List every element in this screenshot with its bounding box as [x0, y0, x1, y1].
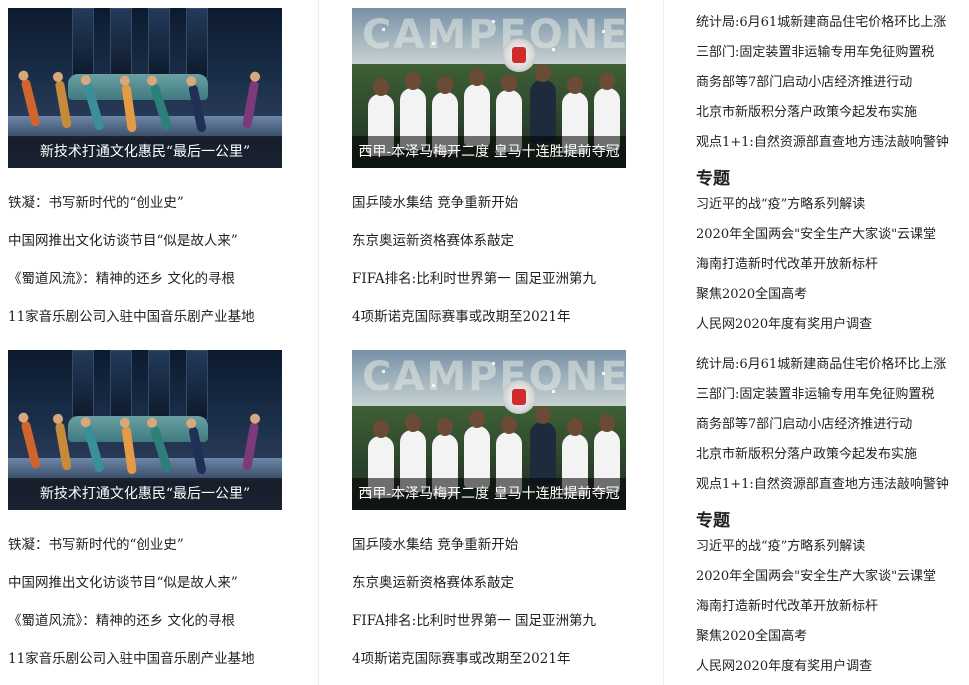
column-divider: [318, 0, 319, 685]
stage-window: [110, 8, 132, 78]
topic-link[interactable]: 海南打造新时代改革开放新标杆: [696, 256, 878, 274]
topic-link[interactable]: 聚焦2020全国高考: [696, 286, 807, 304]
stage-window: [186, 350, 208, 420]
culture-link[interactable]: 《蜀道风流》：精神的还乡 文化的寻根: [8, 612, 235, 630]
topic-link[interactable]: 2020年全国两会"安全生产大家谈"云课堂: [696, 568, 936, 586]
confetti: [552, 390, 555, 393]
topic-link[interactable]: 习近平的战“疫”方略系列解读: [696, 538, 865, 556]
column-divider: [663, 0, 664, 685]
culture-link[interactable]: 铁凝：书写新时代的“创业史”: [8, 194, 184, 212]
topic-link[interactable]: 2020年全国两会"安全生产大家谈"云课堂: [696, 226, 936, 244]
banner-text: CAMPEONES: [362, 12, 626, 58]
culture-photo[interactable]: 新技术打通文化惠民“最后一公里”: [8, 350, 282, 510]
stage-window: [72, 350, 94, 420]
trophy-icon: [502, 38, 536, 72]
news-link[interactable]: 观点1+1:自然资源部直查地方违法敲响警钟: [696, 134, 949, 152]
culture-link[interactable]: 铁凝：书写新时代的“创业史”: [8, 536, 184, 554]
stage-window: [110, 350, 132, 420]
photo-caption[interactable]: 新技术打通文化惠民“最后一公里”: [8, 136, 282, 168]
confetti: [492, 362, 495, 365]
news-link[interactable]: 三部门:固定装置非运输专用车免征购置税: [696, 44, 934, 62]
topic-link[interactable]: 海南打造新时代改革开放新标杆: [696, 598, 878, 616]
sports-link[interactable]: 国乒陵水集结 竞争重新开始: [352, 536, 518, 554]
culture-link[interactable]: 11家音乐剧公司入驻中国音乐剧产业基地: [8, 650, 255, 668]
sports-photo[interactable]: CAMPEONES 西甲-本泽马梅开二度 皇马十连胜提前夺冠: [352, 8, 626, 168]
confetti: [382, 370, 385, 373]
confetti: [492, 20, 495, 23]
confetti: [432, 42, 435, 45]
news-link[interactable]: 商务部等7部门启动小店经济推进行动: [696, 74, 912, 92]
news-link[interactable]: 三部门:固定装置非运输专用车免征购置税: [696, 386, 934, 404]
coach-figure: [530, 406, 556, 484]
confetti: [602, 30, 605, 33]
section-title: 专题: [696, 169, 730, 189]
stage-window: [72, 8, 94, 78]
news-link[interactable]: 统计局:6月61城新建商品住宅价格环比上涨: [696, 356, 946, 374]
news-link[interactable]: 观点1+1:自然资源部直查地方违法敲响警钟: [696, 476, 949, 494]
news-link[interactable]: 北京市新版积分落户政策今起发布实施: [696, 104, 917, 122]
sports-link[interactable]: 东京奥运新资格赛体系敲定: [352, 574, 514, 592]
sports-link[interactable]: 东京奥运新资格赛体系敲定: [352, 232, 514, 250]
sports-link[interactable]: 4项斯诺克国际赛事或改期至2021年: [352, 308, 570, 326]
confetti: [432, 384, 435, 387]
culture-link[interactable]: 11家音乐剧公司入驻中国音乐剧产业基地: [8, 308, 255, 326]
section-title: 专题: [696, 511, 730, 531]
culture-link[interactable]: 《蜀道风流》：精神的还乡 文化的寻根: [8, 270, 235, 288]
sports-column: CAMPEONES 西甲-本泽马梅开二度 皇马十连胜提前夺冠 国乒陵水集结 竞争…: [336, 0, 642, 685]
news-link[interactable]: 统计局:6月61城新建商品住宅价格环比上涨: [696, 14, 946, 32]
stadium-banner: CAMPEONES: [352, 8, 626, 64]
news-link[interactable]: 商务部等7部门启动小店经济推进行动: [696, 416, 912, 434]
banner-text: CAMPEONES: [362, 354, 626, 400]
sports-link[interactable]: FIFA排名:比利时世界第一 国足亚洲第九: [352, 612, 596, 630]
trophy-icon: [502, 380, 536, 414]
news-link[interactable]: 北京市新版积分落户政策今起发布实施: [696, 446, 917, 464]
photo-caption[interactable]: 新技术打通文化惠民“最后一公里”: [8, 478, 282, 510]
news-column: 统计局:6月61城新建商品住宅价格环比上涨 三部门:固定装置非运输专用车免征购置…: [684, 0, 969, 685]
topic-link[interactable]: 人民网2020年度有奖用户调查: [696, 658, 872, 676]
stage-window: [186, 8, 208, 78]
confetti: [602, 372, 605, 375]
stage-window: [148, 8, 170, 78]
sports-link[interactable]: 4项斯诺克国际赛事或改期至2021年: [352, 650, 570, 668]
photo-caption[interactable]: 西甲-本泽马梅开二度 皇马十连胜提前夺冠: [352, 136, 626, 168]
sports-photo[interactable]: CAMPEONES 西甲-本泽马梅开二度 皇马十连胜提前夺冠: [352, 350, 626, 510]
coach-figure: [530, 64, 556, 142]
culture-link[interactable]: 中国网推出文化访谈节目“似是故人来”: [8, 574, 238, 592]
topic-link[interactable]: 习近平的战“疫”方略系列解读: [696, 196, 865, 214]
confetti: [552, 48, 555, 51]
sports-link[interactable]: 国乒陵水集结 竞争重新开始: [352, 194, 518, 212]
stadium-banner: CAMPEONES: [352, 350, 626, 406]
stage-window: [148, 350, 170, 420]
sports-link[interactable]: FIFA排名:比利时世界第一 国足亚洲第九: [352, 270, 596, 288]
topic-link[interactable]: 聚焦2020全国高考: [696, 628, 807, 646]
photo-caption[interactable]: 西甲-本泽马梅开二度 皇马十连胜提前夺冠: [352, 478, 626, 510]
culture-photo[interactable]: 新技术打通文化惠民“最后一公里”: [8, 8, 282, 168]
topic-link[interactable]: 人民网2020年度有奖用户调查: [696, 316, 872, 334]
confetti: [382, 28, 385, 31]
culture-column: 新技术打通文化惠民“最后一公里” 铁凝：书写新时代的“创业史” 中国网推出文化访…: [0, 0, 300, 685]
culture-link[interactable]: 中国网推出文化访谈节目“似是故人来”: [8, 232, 238, 250]
